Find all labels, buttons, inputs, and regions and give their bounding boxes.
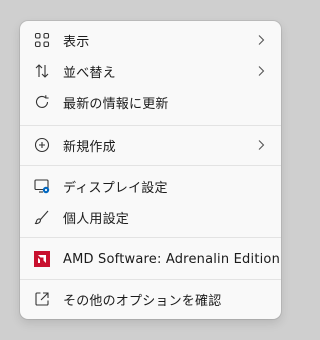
menu-item-label: ディスプレイ設定	[63, 180, 168, 196]
context-menu: 表示 並べ替え 最新の情報に更新 新規作成 ディスプレイ設定 個人用設定 AMD…	[20, 21, 281, 319]
refresh-icon	[34, 94, 50, 110]
menu-item-label: 表示	[63, 34, 90, 50]
menu-item-label: その他のオプションを確認	[63, 293, 222, 309]
add-circle-icon	[34, 137, 50, 153]
sort-icon	[34, 63, 50, 79]
amd-logo-icon	[34, 251, 50, 267]
menu-item-label: 最新の情報に更新	[63, 96, 169, 112]
menu-item-label: 並べ替え	[63, 65, 116, 81]
menu-item-more-options[interactable]: その他のオプションを確認	[24, 284, 277, 314]
display-settings-icon	[34, 178, 50, 194]
menu-item-amd-software[interactable]: AMD Software: Adrenalin Edition	[24, 244, 281, 274]
menu-item-new[interactable]: 新規作成	[24, 130, 277, 160]
separator	[20, 237, 281, 238]
brush-icon	[34, 209, 50, 225]
chevron-right-icon	[258, 66, 265, 76]
menu-item-label: 新規作成	[63, 139, 116, 155]
menu-item-display-settings[interactable]: ディスプレイ設定	[24, 171, 277, 201]
menu-item-refresh[interactable]: 最新の情報に更新	[24, 87, 277, 117]
separator	[20, 165, 281, 166]
menu-item-label: AMD Software: Adrenalin Edition	[63, 251, 281, 267]
menu-item-label: 個人用設定	[63, 211, 130, 227]
open-external-icon	[34, 291, 50, 307]
menu-item-sort[interactable]: 並べ替え	[24, 56, 277, 86]
chevron-right-icon	[258, 35, 265, 45]
chevron-right-icon	[258, 140, 265, 150]
separator	[20, 279, 281, 280]
separator	[20, 125, 281, 126]
menu-item-personalize[interactable]: 個人用設定	[24, 202, 277, 232]
menu-item-view[interactable]: 表示	[24, 25, 277, 55]
grid-icon	[34, 32, 50, 48]
